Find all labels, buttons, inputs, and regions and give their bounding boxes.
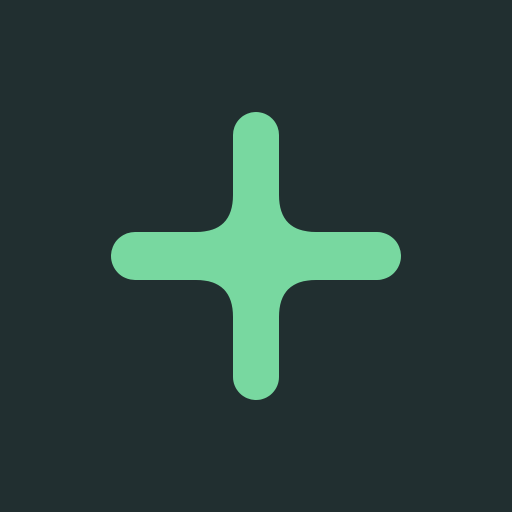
plus-shape <box>111 112 401 400</box>
plus-icon[interactable] <box>0 0 512 512</box>
icon-canvas <box>0 0 512 512</box>
